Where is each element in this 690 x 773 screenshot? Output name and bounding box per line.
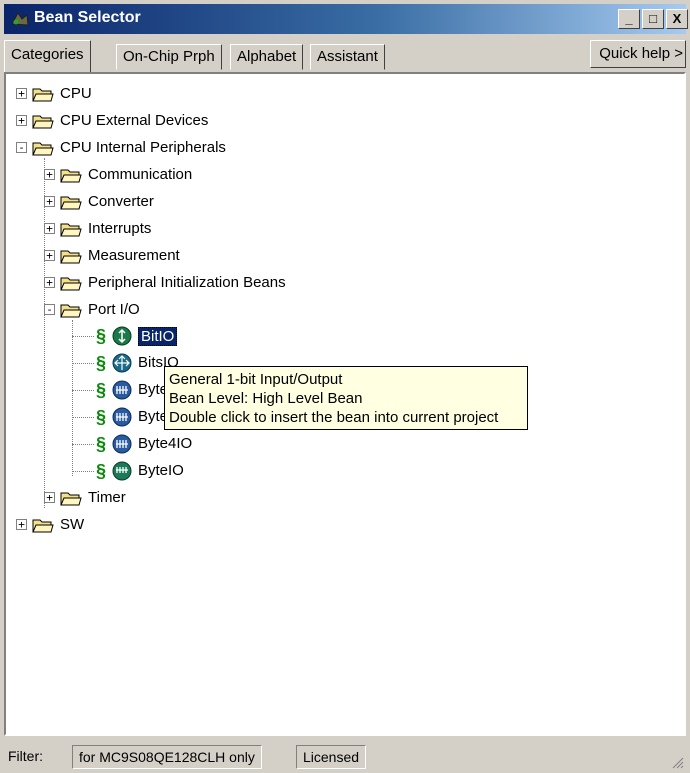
- bit-bean-icon: [112, 326, 132, 346]
- folder-icon: [60, 223, 82, 237]
- tree-label: BitIO: [138, 327, 178, 346]
- bean-s-icon: §: [96, 353, 107, 373]
- tree-label: Port I/O: [88, 301, 140, 318]
- bean-s-icon: §: [96, 461, 107, 481]
- close-button[interactable]: X: [666, 9, 688, 29]
- bean-s-icon: §: [96, 380, 107, 400]
- license-status: Licensed: [296, 745, 367, 769]
- tree-label: Interrupts: [88, 220, 152, 237]
- collapse-toggle[interactable]: -: [44, 304, 55, 315]
- tree-label: Byte4IO: [138, 435, 193, 452]
- folder-icon: [32, 519, 54, 533]
- expand-toggle[interactable]: +: [44, 196, 55, 207]
- tooltip-description: General 1-bit Input/Output: [169, 371, 343, 388]
- tab-assistant[interactable]: Assistant: [310, 44, 385, 70]
- filter-label: Filter:: [8, 748, 43, 764]
- expand-toggle[interactable]: +: [44, 277, 55, 288]
- title-bar[interactable]: Bean Selector _ □ X: [4, 4, 688, 34]
- tree-connector: [72, 336, 94, 337]
- bits-bean-icon: [112, 353, 132, 373]
- tree-label: Measurement: [88, 247, 180, 264]
- expand-toggle[interactable]: +: [44, 169, 55, 180]
- folder-open-icon: [32, 142, 54, 156]
- bean-s-icon: §: [96, 407, 107, 427]
- tree-label: CPU: [60, 85, 92, 102]
- folder-icon: [60, 492, 82, 506]
- tree-connector: [72, 390, 94, 391]
- folder-icon: [32, 115, 54, 129]
- collapse-toggle[interactable]: -: [16, 142, 27, 153]
- tooltip-bean-level: Bean Level: High Level Bean: [169, 390, 363, 407]
- bean-tooltip: General 1-bit Input/Output Bean Level: H…: [164, 366, 528, 430]
- tab-on-chip-prph[interactable]: On-Chip Prph: [116, 44, 222, 70]
- tree-label: ByteIO: [138, 462, 184, 479]
- minimize-button[interactable]: _: [618, 9, 640, 29]
- tree-label: Peripheral Initialization Beans: [88, 274, 286, 291]
- folder-open-icon: [60, 304, 82, 318]
- tree-connector: [72, 471, 94, 472]
- tooltip-hint: Double click to insert the bean into cur…: [169, 409, 499, 426]
- folder-icon: [60, 250, 82, 264]
- byte-bean-icon: [112, 380, 132, 400]
- tree-label: CPU Internal Peripherals: [60, 139, 226, 156]
- tree-label: Timer: [88, 489, 126, 506]
- bean-s-icon: §: [96, 434, 107, 454]
- tree-connector: [72, 363, 94, 364]
- expand-toggle[interactable]: +: [44, 250, 55, 261]
- expand-toggle[interactable]: +: [16, 115, 27, 126]
- bean-selector-window: Bean Selector _ □ X Categories On-Chip P…: [0, 0, 690, 773]
- tree-connector: [72, 417, 94, 418]
- expand-toggle[interactable]: +: [44, 223, 55, 234]
- folder-icon: [32, 88, 54, 102]
- tree-label: SW: [60, 516, 85, 533]
- byte-bean-icon: [112, 434, 132, 454]
- byte-bean-icon: [112, 461, 132, 481]
- tree-label: Converter: [88, 193, 154, 210]
- bean-s-icon: §: [96, 326, 107, 346]
- byte-bean-icon: [112, 407, 132, 427]
- folder-icon: [60, 196, 82, 210]
- tree-connector: [44, 158, 45, 508]
- tree-connector: [72, 444, 94, 445]
- filter-field[interactable]: for MC9S08QE128CLH only: [72, 745, 262, 769]
- tree-connector: [72, 320, 73, 476]
- tree-label: Communication: [88, 166, 193, 183]
- status-bar: Filter: for MC9S08QE128CLH only Licensed: [4, 740, 686, 771]
- tab-alphabet[interactable]: Alphabet: [230, 44, 304, 70]
- folder-icon: [60, 277, 82, 291]
- folder-icon: [60, 169, 82, 183]
- tab-strip: Categories On-Chip Prph Alphabet Assista…: [4, 36, 686, 72]
- expand-toggle[interactable]: +: [44, 492, 55, 503]
- resize-grip-icon[interactable]: [672, 757, 684, 769]
- expand-toggle[interactable]: +: [16, 88, 27, 99]
- quick-help-button[interactable]: Quick help >: [590, 40, 686, 68]
- maximize-button[interactable]: □: [642, 9, 664, 29]
- expand-toggle[interactable]: +: [16, 519, 27, 530]
- tab-categories[interactable]: Categories: [4, 40, 91, 72]
- bean-app-icon: [11, 12, 29, 26]
- window-title: Bean Selector: [34, 9, 141, 26]
- tree-label: CPU External Devices: [60, 112, 209, 129]
